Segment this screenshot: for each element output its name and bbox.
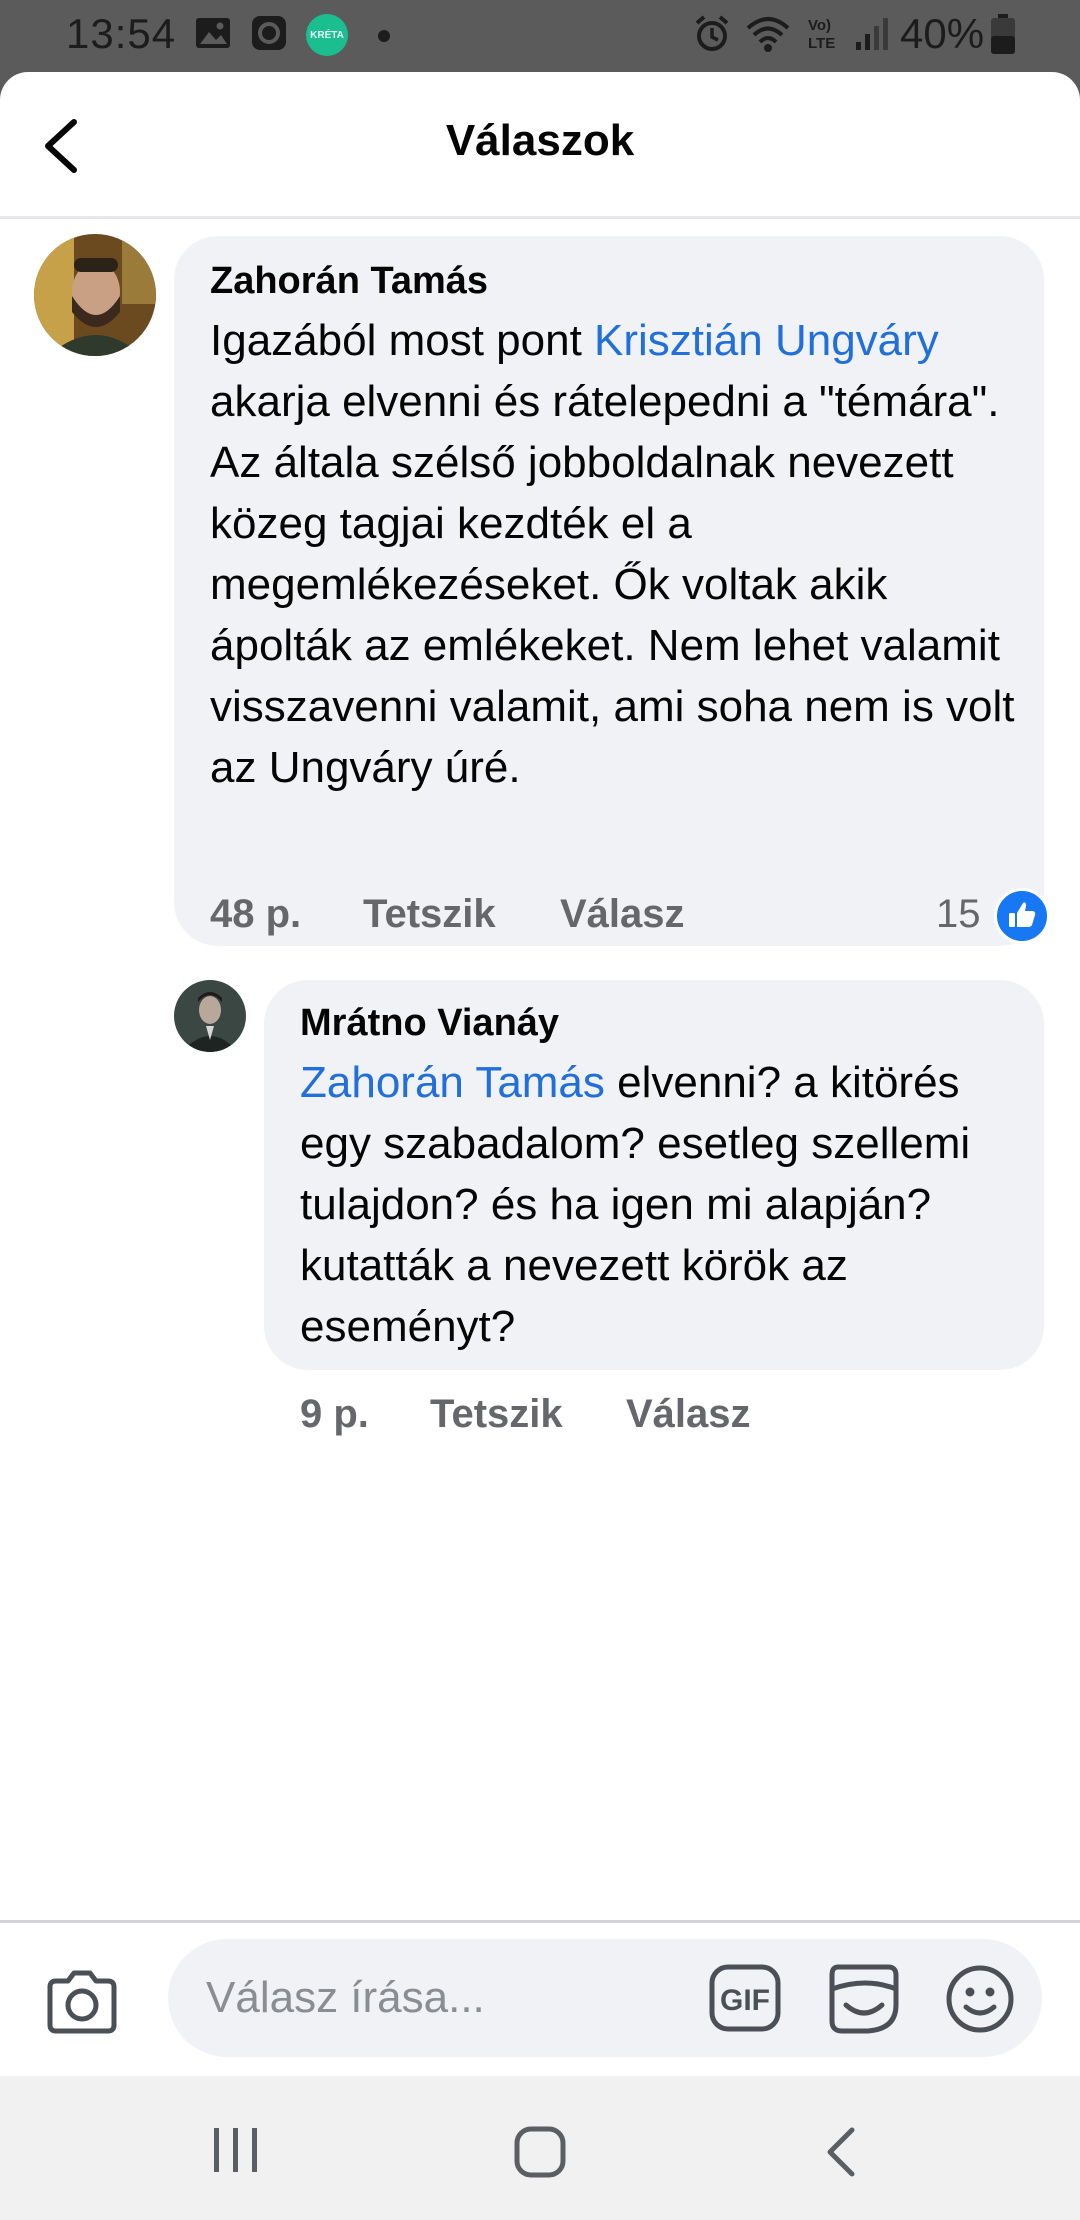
comment-text-start: Igazából most pont [210, 316, 595, 365]
comment-author[interactable]: Zahorán Tamás [210, 260, 488, 303]
thumbs-up-icon [1009, 902, 1036, 927]
kreta-app-label: KRÉTA [310, 29, 344, 41]
volte-icon: Vo) LTE [808, 17, 835, 52]
home-icon[interactable] [512, 2124, 568, 2180]
comment-text: Igazából most pont Krisztián Ungváry aka… [210, 310, 1030, 798]
recent-apps-icon[interactable] [208, 2124, 264, 2176]
avatar[interactable] [34, 234, 156, 356]
header: Válaszok [0, 72, 1080, 219]
page-title: Válaszok [445, 116, 635, 165]
gif-icon[interactable]: GIF [708, 1963, 782, 2033]
emoji-icon[interactable] [944, 1963, 1016, 2035]
avatar-image [174, 980, 246, 1052]
reply-composer: GIF [0, 1920, 1080, 2076]
gif-label: GIF [720, 1984, 770, 2017]
wifi-icon [746, 17, 790, 52]
camera-icon[interactable] [44, 1967, 120, 2037]
more-notifications-dot [378, 30, 390, 42]
avatar[interactable] [174, 980, 246, 1052]
app-notification-icon [252, 16, 286, 50]
battery-percent: 40% [900, 10, 985, 57]
reply-button[interactable]: Válasz [626, 1392, 751, 1437]
like-reaction-icon[interactable] [994, 888, 1050, 944]
alarm-icon [695, 15, 729, 51]
svg-text:LTE: LTE [808, 35, 835, 52]
comment-time: 48 p. [210, 892, 302, 936]
replies-sheet: Válaszok Zahorán Tamás Igazából most pon… [0, 72, 1080, 2076]
reply-input[interactable] [204, 1965, 678, 2031]
comment-author[interactable]: Mrátno Vianáy [300, 1002, 559, 1045]
system-back-icon[interactable] [820, 2124, 864, 2180]
comment-text: Zahorán Tamás elvenni? a kitörés egy sza… [300, 1052, 1020, 1357]
comment-text-end: akarja elvenni és rátelepedni a "témára"… [210, 377, 1015, 792]
reply-input-container: GIF [168, 1939, 1042, 2057]
system-navigation-bar [0, 2076, 1080, 2220]
reaction-count[interactable]: 15 [936, 892, 981, 937]
gallery-icon [196, 18, 230, 48]
battery-icon [991, 14, 1015, 54]
like-button[interactable]: Tetszik [363, 892, 496, 937]
comment-bubble: Zahorán Tamás Igazából most pont Kriszti… [174, 236, 1044, 946]
comment-time: 9 p. [300, 1392, 369, 1436]
reply-bubble: Mrátno Vianáy Zahorán Tamás elvenni? a k… [264, 980, 1044, 1370]
mention-link[interactable]: Zahorán Tamás [300, 1058, 605, 1107]
avatar-image [34, 234, 156, 356]
like-button[interactable]: Tetszik [430, 1392, 563, 1437]
sticker-icon[interactable] [826, 1959, 902, 2037]
status-time: 13:54 [66, 10, 177, 57]
reply-button[interactable]: Válasz [560, 892, 685, 937]
svg-text:Vo): Vo) [808, 17, 831, 34]
status-bar: 13:54 KRÉTA Vo) LTE 40% [0, 0, 1080, 72]
signal-icon [856, 18, 888, 50]
kreta-app-icon: KRÉTA [306, 14, 348, 56]
mention-link[interactable]: Krisztián Ungváry [594, 316, 939, 365]
